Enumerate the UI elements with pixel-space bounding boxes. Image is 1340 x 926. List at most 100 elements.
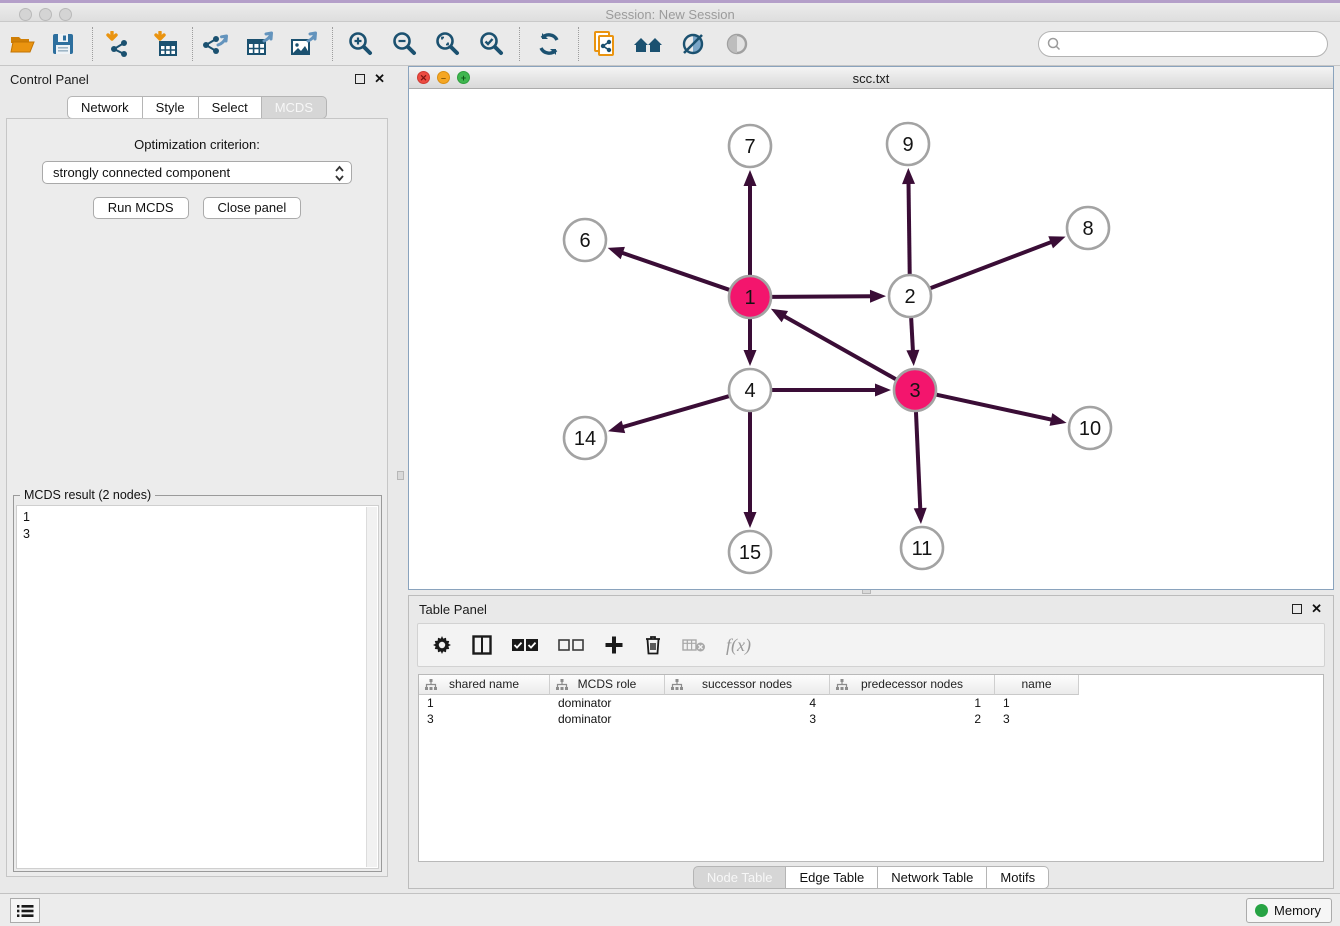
add-column-icon[interactable]	[604, 635, 624, 655]
import-table-button[interactable]	[148, 28, 182, 60]
search-box[interactable]	[1038, 31, 1328, 57]
export-network-icon	[202, 31, 232, 57]
table-panel-title: Table Panel	[419, 602, 487, 617]
cell-successor-nodes[interactable]: 3	[665, 711, 830, 727]
tab-node-table[interactable]: Node Table	[693, 866, 787, 889]
column-label: shared name	[449, 677, 519, 691]
search-input[interactable]	[1065, 33, 1319, 55]
import-network-button[interactable]	[100, 28, 134, 60]
mcds-result-area[interactable]: 1 3	[16, 505, 379, 869]
result-scrollbar[interactable]	[366, 507, 377, 867]
column-header-shared-name[interactable]: shared name	[419, 675, 550, 695]
node-label-3: 3	[909, 380, 920, 402]
float-panel-icon[interactable]	[355, 74, 365, 84]
column-header-name[interactable]: name	[995, 675, 1079, 695]
node-label-15: 15	[739, 542, 761, 564]
edge-3-11[interactable]	[916, 412, 920, 510]
reset-view-button[interactable]	[632, 28, 666, 60]
tab-mcds[interactable]: MCDS	[262, 96, 327, 119]
export-image-icon	[290, 31, 320, 57]
zoom-out-icon	[392, 31, 418, 57]
close-table-panel-icon[interactable]: ✕	[1311, 601, 1322, 617]
cell-predecessor-nodes[interactable]: 2	[830, 711, 995, 727]
cell-name[interactable]: 1	[995, 695, 1079, 711]
edge-arrow-1-7	[744, 170, 757, 186]
column-header-successor-nodes[interactable]: successor nodes	[665, 675, 830, 695]
apply-layout-button[interactable]	[532, 28, 566, 60]
window-title: Session: New Session	[0, 7, 1340, 22]
cell-shared-name[interactable]: 1	[419, 695, 550, 711]
cell-predecessor-nodes[interactable]: 1	[830, 695, 995, 711]
export-network-button[interactable]	[200, 28, 234, 60]
show-panels-button[interactable]	[10, 898, 40, 923]
cell-name[interactable]: 3	[995, 711, 1079, 727]
clone-network-button[interactable]	[588, 28, 622, 60]
unselect-all-columns-icon[interactable]	[558, 638, 584, 652]
edge-2-8[interactable]	[931, 242, 1053, 289]
import-table-icon	[151, 31, 179, 57]
splitter-handle[interactable]	[397, 471, 404, 480]
delete-column-icon[interactable]	[644, 635, 662, 655]
tab-network-table[interactable]: Network Table	[878, 866, 987, 889]
edge-4-14[interactable]	[621, 396, 728, 427]
tab-select[interactable]: Select	[199, 96, 262, 119]
cell-successor-nodes[interactable]: 4	[665, 695, 830, 711]
edge-2-9[interactable]	[909, 182, 910, 274]
save-session-button[interactable]	[46, 28, 80, 60]
edge-arrow-4-3	[875, 384, 891, 397]
edge-2-3[interactable]	[911, 318, 913, 352]
column-header-predecessor-nodes[interactable]: predecessor nodes	[830, 675, 995, 695]
export-table-icon	[246, 31, 276, 57]
cell-MCDS-role[interactable]: dominator	[550, 695, 665, 711]
selected-option-label: strongly connected component	[53, 165, 230, 180]
network-graph[interactable]: 7968124314101511	[409, 89, 1333, 589]
edge-1-2[interactable]	[772, 296, 872, 297]
toolbar-separator	[92, 27, 93, 61]
table-row[interactable]: 1dominator411	[419, 695, 1323, 711]
delete-table-icon[interactable]	[682, 637, 706, 653]
memory-button[interactable]: Memory	[1246, 898, 1332, 923]
tab-edge-table[interactable]: Edge Table	[786, 866, 878, 889]
node-table[interactable]: shared name MCDS rolesuccessor nodesprede…	[418, 674, 1324, 862]
table-header-row: shared name MCDS rolesuccessor nodesprede…	[419, 675, 1323, 695]
export-image-button[interactable]	[288, 28, 322, 60]
zoom-out-button[interactable]	[388, 28, 422, 60]
optimization-criterion-select[interactable]: strongly connected component	[42, 161, 352, 184]
close-panel-icon[interactable]: ✕	[374, 71, 385, 87]
zoom-fit-button[interactable]	[431, 28, 465, 60]
zoom-in-icon	[348, 31, 374, 57]
edge-3-1[interactable]	[783, 316, 896, 380]
table-body: 1dominator4113dominator323	[419, 695, 1323, 727]
split-columns-icon[interactable]	[472, 635, 492, 655]
select-all-columns-icon[interactable]	[512, 638, 538, 652]
run-mcds-button[interactable]: Run MCDS	[93, 197, 189, 219]
network-view-title: scc.txt	[409, 71, 1333, 86]
tab-style[interactable]: Style	[143, 96, 199, 119]
export-table-button[interactable]	[244, 28, 278, 60]
memory-label: Memory	[1274, 903, 1321, 918]
edge-3-10[interactable]	[936, 395, 1052, 420]
vertical-splitter[interactable]	[394, 66, 408, 893]
network-view-window: ✕ – + scc.txt 7968124314101511	[408, 66, 1334, 590]
edge-arrow-1-4	[744, 350, 757, 366]
hide-panel-button[interactable]	[676, 28, 710, 60]
close-panel-button[interactable]: Close panel	[203, 197, 302, 219]
zoom-in-button[interactable]	[344, 28, 378, 60]
table-row[interactable]: 3dominator323	[419, 711, 1323, 727]
cell-shared-name[interactable]: 3	[419, 711, 550, 727]
tab-motifs[interactable]: Motifs	[987, 866, 1049, 889]
node-label-6: 6	[579, 230, 590, 252]
tab-network[interactable]: Network	[67, 96, 143, 119]
cell-MCDS-role[interactable]: dominator	[550, 711, 665, 727]
open-file-button[interactable]	[6, 28, 40, 60]
zoom-selected-button[interactable]	[475, 28, 509, 60]
gear-icon[interactable]	[432, 635, 452, 655]
show-panel-button[interactable]	[720, 28, 754, 60]
function-builder-icon[interactable]: f(x)	[726, 635, 751, 656]
control-panel-title: Control Panel	[10, 72, 89, 87]
float-table-panel-icon[interactable]	[1292, 604, 1302, 614]
column-header-MCDS-role[interactable]: MCDS role	[550, 675, 665, 695]
main-toolbar	[0, 22, 1340, 66]
edge-1-6[interactable]	[621, 252, 729, 289]
edge-arrow-2-8	[1048, 236, 1065, 248]
